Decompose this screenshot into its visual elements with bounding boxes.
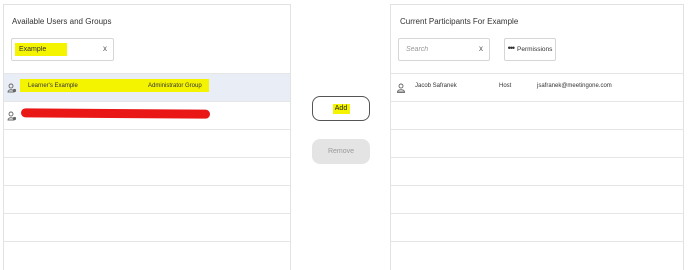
available-user-row-redacted[interactable]	[4, 101, 290, 129]
remove-button-label: Remove	[327, 148, 355, 155]
participants-search-input[interactable]	[399, 39, 489, 60]
available-users-list: Learner's Example Administrator Group	[4, 73, 290, 269]
empty-row	[391, 241, 683, 269]
current-participants-panel: Current Participants For Example x ••• P…	[390, 4, 684, 270]
empty-row	[391, 157, 683, 185]
empty-row	[4, 129, 290, 157]
user-icon	[397, 83, 405, 93]
participant-role: Host	[499, 83, 512, 89]
participants-title: Current Participants For Example	[400, 17, 519, 26]
redaction-mark	[20, 108, 211, 119]
clear-search-icon[interactable]: x	[103, 44, 107, 53]
permissions-button[interactable]: ••• Permissions	[504, 38, 556, 61]
add-button-label: Add	[334, 105, 348, 112]
remove-button[interactable]: Remove	[312, 139, 370, 164]
empty-row	[391, 213, 683, 241]
more-dots-icon: •••	[507, 43, 516, 53]
permissions-label: Permissions	[517, 46, 553, 53]
available-users-panel: Available Users and Groups x Learner's E…	[3, 4, 291, 270]
available-user-name: Learner's Example	[28, 83, 78, 89]
empty-row	[391, 185, 683, 213]
empty-row	[4, 157, 290, 185]
available-user-row-selected[interactable]: Learner's Example Administrator Group	[4, 73, 290, 101]
empty-row	[4, 185, 290, 213]
empty-row	[391, 101, 683, 129]
available-user-group: Administrator Group	[148, 83, 202, 89]
empty-row	[4, 213, 290, 241]
participant-row[interactable]: Jacob Safranek Host jsafranek@meetingone…	[391, 73, 683, 101]
empty-row	[4, 241, 290, 269]
user-group-icon	[7, 111, 17, 121]
participants-list: Jacob Safranek Host jsafranek@meetingone…	[391, 73, 683, 269]
available-search-input[interactable]	[12, 39, 113, 60]
available-users-title: Available Users and Groups	[12, 17, 112, 26]
participants-search-box: x	[398, 38, 490, 61]
available-search-box: x	[11, 38, 114, 61]
user-group-icon	[7, 83, 17, 93]
participant-email: jsafranek@meetingone.com	[537, 83, 612, 89]
add-button[interactable]: Add	[312, 96, 370, 121]
empty-row	[391, 129, 683, 157]
clear-search-icon[interactable]: x	[479, 44, 483, 53]
participant-name: Jacob Safranek	[415, 83, 457, 89]
